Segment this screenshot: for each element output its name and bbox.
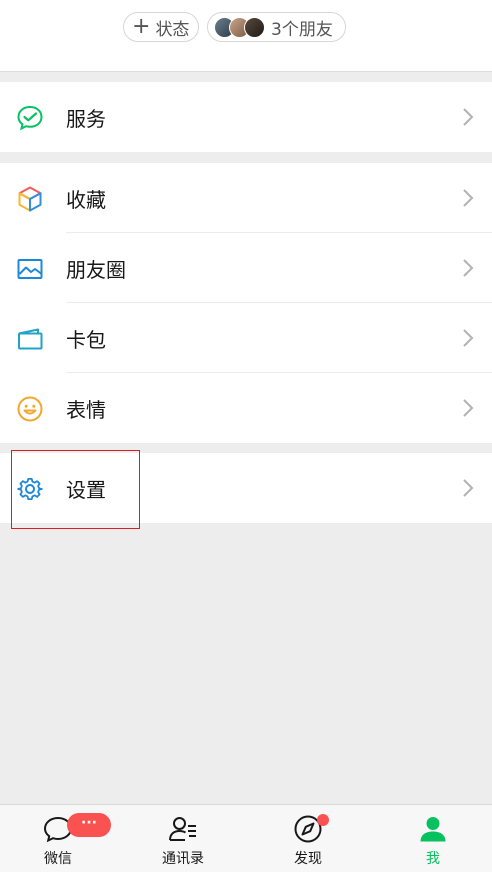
chevron-right-icon xyxy=(463,259,474,277)
menu-item-cards[interactable]: 卡包 xyxy=(0,303,492,373)
menu-label-cards: 卡包 xyxy=(66,327,106,352)
chevron-right-icon xyxy=(463,329,474,347)
service-group: 服务 xyxy=(0,82,492,152)
tab-label-discover: 发现 xyxy=(294,851,322,867)
status-label: 状态 xyxy=(155,19,190,40)
chevron-right-icon xyxy=(463,189,474,207)
main-group: 收藏 朋友圈 卡包 表情 xyxy=(0,163,492,443)
tab-label-chats: 微信 xyxy=(44,851,72,867)
me-page: + 状态 3个朋友 服务 收藏 朋友圈 卡包 表情 设置 ··· 微信 通讯录 … xyxy=(0,0,492,872)
friend-avatar xyxy=(244,16,265,38)
menu-item-service[interactable]: 服务 xyxy=(0,82,492,152)
friends-count-label: 3个朋友 xyxy=(271,19,333,40)
plus-icon: + xyxy=(132,14,151,39)
friends-status-button[interactable]: 3个朋友 xyxy=(207,12,346,42)
landscape-photo-icon xyxy=(17,259,43,279)
new-activity-dot xyxy=(317,814,329,826)
tab-contacts[interactable]: 通讯录 xyxy=(133,805,233,872)
wechat-pay-icon xyxy=(17,105,43,131)
menu-label-service: 服务 xyxy=(66,106,106,131)
smiley-icon xyxy=(17,396,43,422)
chevron-right-icon xyxy=(463,479,474,497)
chevron-right-icon xyxy=(463,399,474,417)
tab-label-me: 我 xyxy=(426,851,440,867)
tab-label-contacts: 通讯录 xyxy=(162,851,204,867)
menu-label-stickers: 表情 xyxy=(66,397,106,422)
tab-discover[interactable]: 发现 xyxy=(258,805,358,872)
tab-me[interactable]: 我 xyxy=(383,805,483,872)
contacts-icon xyxy=(169,817,196,841)
tab-chats[interactable]: ··· 微信 xyxy=(8,805,111,872)
settings-group: 设置 xyxy=(0,453,492,523)
add-status-button[interactable]: + 状态 xyxy=(123,12,199,42)
unread-badge: ··· xyxy=(67,813,111,837)
menu-item-settings[interactable]: 设置 xyxy=(0,453,492,523)
profile-header: + 状态 3个朋友 xyxy=(0,0,492,72)
person-icon xyxy=(420,817,446,842)
menu-item-favorites[interactable]: 收藏 xyxy=(0,163,492,233)
menu-label-favorites: 收藏 xyxy=(66,187,106,212)
bottom-tab-bar: ··· 微信 通讯录 发现 我 xyxy=(0,804,492,872)
menu-item-moments[interactable]: 朋友圈 xyxy=(0,233,492,303)
chevron-right-icon xyxy=(463,108,474,126)
menu-label-settings: 设置 xyxy=(66,477,106,502)
cube-icon xyxy=(18,186,42,212)
gear-icon xyxy=(17,478,43,501)
card-wallet-icon xyxy=(18,328,43,350)
menu-label-moments: 朋友圈 xyxy=(66,257,126,282)
menu-item-stickers[interactable]: 表情 xyxy=(0,373,492,443)
